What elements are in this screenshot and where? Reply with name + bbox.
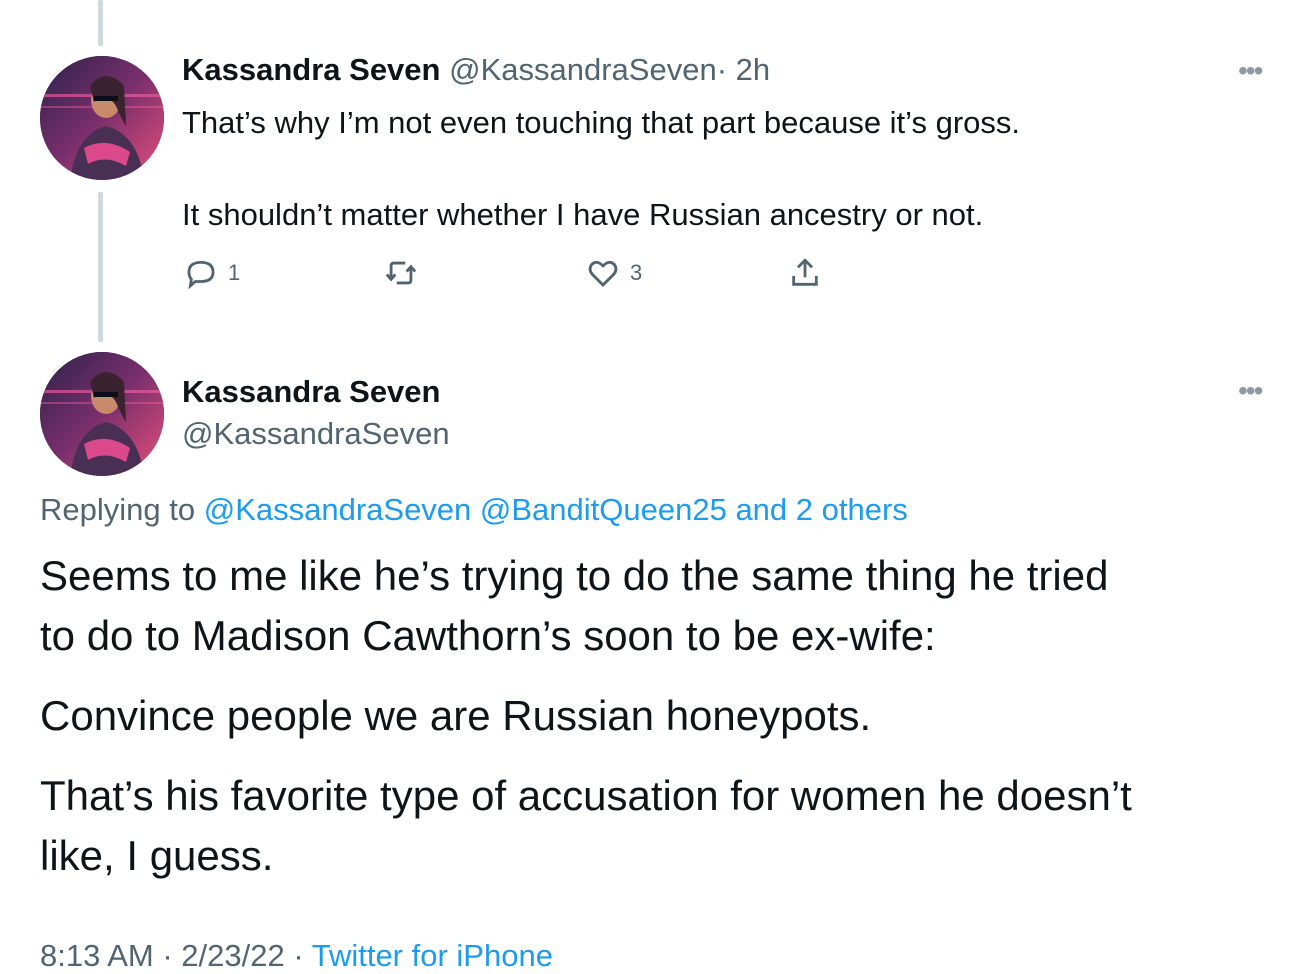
- avatar[interactable]: [40, 56, 164, 180]
- more-options-icon[interactable]: •••: [1238, 377, 1263, 405]
- reply-icon: [187, 260, 215, 290]
- share-icon: [792, 258, 818, 286]
- replying-to-label: Replying to: [40, 492, 196, 527]
- tweet-meta: 8:13 AM · 2/23/22 · Twitter for iPhone: [40, 938, 553, 974]
- tweet-timestamp[interactable]: 8:13 AM · 2/23/22 ·: [40, 938, 304, 973]
- like-button[interactable]: 3: [586, 256, 642, 290]
- thread-line-connector: [98, 192, 103, 342]
- tweet-time[interactable]: 2h: [736, 52, 770, 87]
- tweet-text-line: to do to Madison Cawthorn’s soon to be e…: [40, 612, 936, 659]
- thread-line-top: [98, 0, 103, 46]
- avatar[interactable]: [40, 352, 164, 476]
- meta-separator: ·: [716, 52, 728, 87]
- author-name[interactable]: Kassandra Seven: [182, 374, 440, 410]
- tweet-text-line: It shouldn’t matter whether I have Russi…: [182, 197, 984, 232]
- like-count: 3: [630, 260, 643, 285]
- tweet-source[interactable]: Twitter for iPhone: [312, 938, 553, 973]
- share-button[interactable]: [788, 256, 822, 290]
- tweet-text-line: Seems to me like he’s trying to do the s…: [40, 552, 1109, 599]
- retweet-button[interactable]: [384, 256, 428, 290]
- retweet-icon: [385, 261, 417, 285]
- reply-count: 1: [228, 260, 241, 285]
- author-name[interactable]: Kassandra Seven: [182, 52, 440, 87]
- tweet-text-line: That’s his favorite type of accusation f…: [40, 772, 1132, 819]
- heart-icon: [588, 260, 618, 288]
- more-options-icon[interactable]: •••: [1238, 57, 1263, 85]
- author-handle[interactable]: @KassandraSeven: [182, 416, 450, 452]
- replying-to-users[interactable]: @KassandraSeven @BanditQueen25 and 2 oth…: [204, 492, 908, 527]
- author-handle[interactable]: @KassandraSeven: [449, 52, 717, 87]
- tweet-text-line: Convince people we are Russian honeypots…: [40, 692, 872, 739]
- tweet-text-line: like, I guess.: [40, 832, 274, 879]
- replying-to: Replying to @KassandraSeven @BanditQueen…: [40, 492, 908, 528]
- tweet-text-line: That’s why I’m not even touching that pa…: [182, 105, 1021, 140]
- reply-button[interactable]: 1: [184, 256, 240, 290]
